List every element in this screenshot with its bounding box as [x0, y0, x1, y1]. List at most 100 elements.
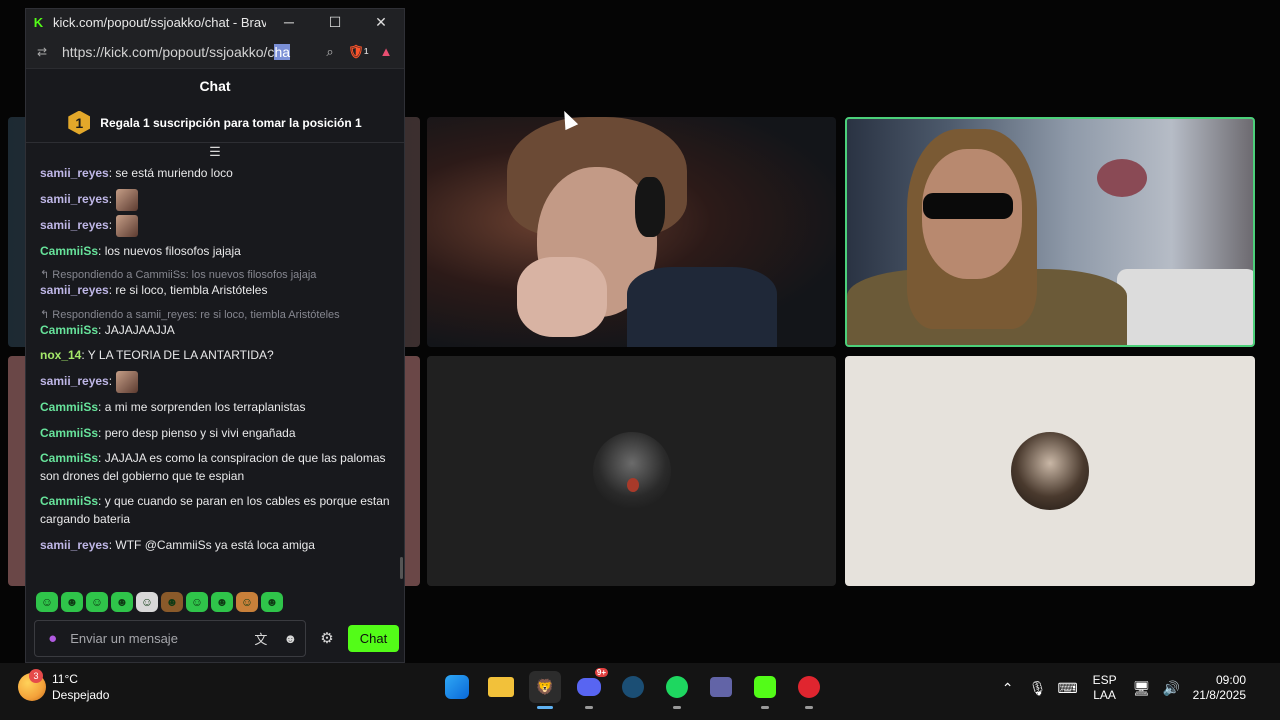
weather-text: 11°C Despejado: [52, 671, 109, 703]
gift-sub-text: Regala 1 suscripción para tomar la posic…: [100, 115, 362, 130]
emote-icon[interactable]: ☻: [61, 592, 83, 612]
chat-username[interactable]: samii_reyes: [40, 192, 109, 206]
chat-scrollbar[interactable]: [400, 557, 403, 579]
chat-message: samii_reyes:: [40, 187, 390, 213]
emote-icon[interactable]: ☻: [161, 592, 183, 612]
brave-rewards-icon[interactable]: ▲: [374, 40, 398, 64]
open-indicator: [805, 706, 813, 709]
message-composer: ● 文 ☻: [34, 620, 306, 657]
emoji-picker-icon[interactable]: ☻: [276, 631, 305, 646]
chat-username[interactable]: samii_reyes: [40, 218, 109, 232]
emote-icon[interactable]: ☺: [86, 592, 108, 612]
participant-tile-3[interactable]: [427, 356, 836, 586]
steam-icon[interactable]: [617, 671, 649, 703]
reply-arrow-icon: ↰: [40, 308, 53, 321]
url-field[interactable]: https://kick.com/popout/ssjoakko/cha: [52, 43, 314, 60]
chat-header: Chat: [199, 78, 231, 94]
chat-username[interactable]: CammiiSs: [40, 426, 98, 440]
network-icon[interactable]: 🖥: [1127, 680, 1157, 697]
brave-browser-icon[interactable]: 🦁: [529, 671, 561, 709]
input-language[interactable]: ESP LAA: [1093, 673, 1117, 703]
chat-username[interactable]: CammiiSs: [40, 494, 98, 508]
file-explorer-icon[interactable]: [485, 671, 517, 703]
windows-start-icon[interactable]: [445, 675, 469, 699]
microphone-icon[interactable]: ●: [35, 630, 70, 647]
reply-context[interactable]: ↰ Respondiendo a CammiiSs: los nuevos fi…: [40, 264, 390, 282]
chat-username[interactable]: CammiiSs: [40, 451, 98, 465]
chat-message: nox_14: Y LA TEORIA DE LA ANTARTIDA?: [40, 343, 390, 369]
chat-username[interactable]: samii_reyes: [40, 283, 109, 297]
chat-username[interactable]: CammiiSs: [40, 400, 98, 414]
chat-username[interactable]: CammiiSs: [40, 323, 98, 337]
spotify-icon[interactable]: [661, 671, 693, 709]
emote-icon[interactable]: ☺: [36, 592, 58, 612]
sunglasses: [923, 193, 1013, 219]
reply-arrow-icon: ↰: [40, 269, 53, 282]
participant-video-1[interactable]: [427, 117, 836, 347]
clock-time: 09:00: [1215, 673, 1246, 687]
weather-badge: 3: [29, 669, 43, 683]
chat-message-text: :: [108, 217, 113, 232]
emote-image-icon[interactable]: [116, 188, 139, 211]
message-input[interactable]: [70, 631, 247, 646]
chat-message-text: : JAJAJAAJJA: [98, 322, 175, 337]
address-bar[interactable]: ⇄ https://kick.com/popout/ssjoakko/cha ⌕…: [26, 35, 404, 69]
teams-icon[interactable]: [705, 671, 737, 703]
chat-message-text: : se está muriendo loco: [108, 166, 233, 180]
participant-hand: [517, 257, 607, 337]
reply-context[interactable]: ↰ Respondiendo a samii_reyes: re si loco…: [40, 304, 390, 322]
chat-username[interactable]: samii_reyes: [40, 166, 109, 180]
emote-image-icon[interactable]: [116, 214, 139, 237]
send-chat-button[interactable]: Chat: [348, 625, 399, 652]
bed: [1117, 269, 1253, 345]
emote-image-icon[interactable]: [116, 370, 139, 393]
discord-badge: 9+: [594, 668, 608, 677]
emote-icon[interactable]: ☻: [111, 592, 133, 612]
chat-message-text: : a mi me sorprenden los terraplanistas: [98, 399, 306, 414]
emote-icon[interactable]: ☺: [136, 592, 158, 612]
emote-icon[interactable]: ☻: [261, 592, 283, 612]
keyboard-icon[interactable]: ⌨: [1053, 680, 1083, 697]
clock[interactable]: 09:00 21/8/2025: [1193, 673, 1246, 703]
gift-sub-banner[interactable]: 1 Regala 1 suscripción para tomar la pos…: [26, 103, 404, 143]
brave-shields-icon[interactable]: 🛡 1: [346, 40, 370, 64]
taskbar: 3 11°C Despejado 🦁 9+ ⌃ 🎙 ⌨ ESP LAA 🖥 🔊 …: [0, 663, 1280, 720]
weather-temp: 11°C: [52, 672, 78, 686]
emote-icon[interactable]: ☺: [186, 592, 208, 612]
chat-message: CammiiSs: a mi me sorprenden los terrapl…: [40, 395, 390, 421]
wall-poster: [1097, 159, 1147, 197]
chat-message: samii_reyes: se está muriendo loco: [40, 161, 390, 187]
participant-shirt: [627, 267, 777, 347]
site-settings-icon[interactable]: ⇄: [32, 45, 52, 59]
url-text: https://kick.com/popout/ssjoakko/c: [62, 43, 275, 60]
minimize-button[interactable]: ─: [266, 9, 312, 35]
media-player-icon[interactable]: [793, 671, 825, 709]
taskbar-apps: 🦁 9+: [441, 668, 825, 709]
close-button[interactable]: ✕: [358, 9, 404, 35]
browser-popup-window[interactable]: K kick.com/popout/ssjoakko/chat - Brave …: [25, 8, 405, 663]
maximize-button[interactable]: ☐: [312, 9, 358, 35]
chat-username[interactable]: CammiiSs: [40, 244, 98, 258]
translate-icon[interactable]: 文: [246, 629, 275, 648]
discord-icon[interactable]: 9+: [573, 668, 608, 709]
emote-icon[interactable]: ☺: [236, 592, 258, 612]
zoom-icon[interactable]: ⌕: [318, 40, 342, 64]
kick-app-icon[interactable]: [749, 671, 781, 709]
pinned-toggle-icon[interactable]: ☰: [26, 143, 404, 161]
participant-tile-4[interactable]: [845, 356, 1255, 586]
chat-username[interactable]: nox_14: [40, 348, 81, 362]
participant-avatar-4: [1011, 432, 1089, 510]
participant-video-2-speaking[interactable]: [845, 117, 1255, 347]
chat-message-text: : Y LA TEORIA DE LA ANTARTIDA?: [81, 348, 274, 363]
chat-message: CammiiSs: y que cuando se paran en los c…: [40, 489, 390, 532]
chat-username[interactable]: samii_reyes: [40, 538, 109, 552]
microphone-tray-icon[interactable]: 🎙: [1023, 680, 1053, 697]
chat-settings-gear-icon[interactable]: ⚙: [316, 626, 338, 650]
weather-widget[interactable]: 3 11°C Despejado: [18, 669, 109, 703]
volume-icon[interactable]: 🔊: [1157, 680, 1187, 697]
chat-username[interactable]: samii_reyes: [40, 374, 109, 388]
window-titlebar[interactable]: K kick.com/popout/ssjoakko/chat - Brave …: [26, 9, 404, 35]
chat-message: CammiiSs: los nuevos filosofos jajaja: [40, 239, 390, 265]
emote-icon[interactable]: ☻: [211, 592, 233, 612]
show-hidden-icons-chevron-icon[interactable]: ⌃: [993, 680, 1023, 697]
